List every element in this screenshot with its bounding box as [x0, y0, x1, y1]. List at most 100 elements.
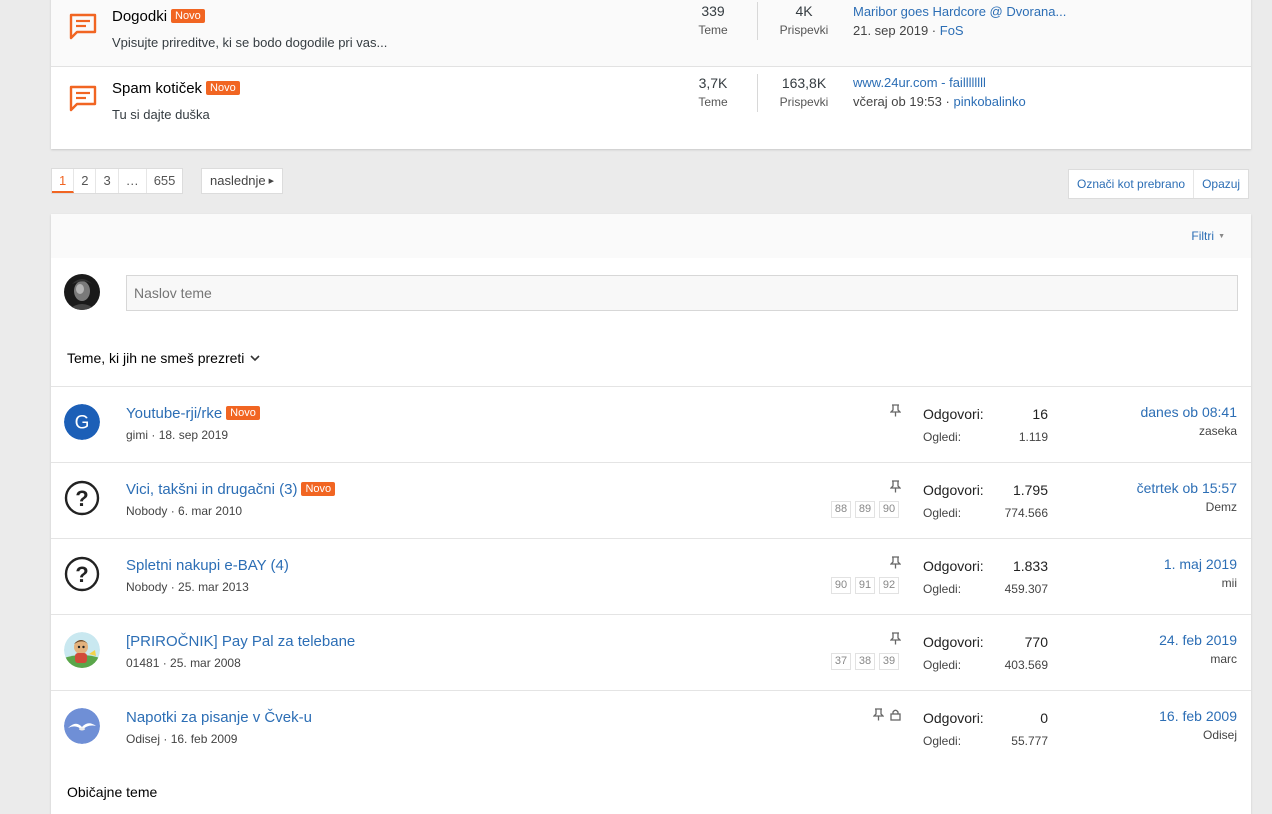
- filters-dropdown[interactable]: Filtri ▼: [1191, 229, 1225, 243]
- page-link[interactable]: 2: [74, 169, 97, 193]
- watch-button[interactable]: Opazuj: [1194, 170, 1248, 198]
- filter-bar: Filtri ▼: [51, 214, 1251, 258]
- topic-status-icons: [890, 556, 901, 569]
- chevron-down-icon: [250, 355, 260, 362]
- posts-stat: 163,8K Prispevki: [779, 75, 829, 109]
- last-post-user[interactable]: zaseka: [1199, 424, 1237, 438]
- views-label: Ogledi:: [923, 430, 962, 444]
- posts-stat: 4K Prispevki: [779, 3, 829, 37]
- topic-pages: 37 38 39: [831, 653, 899, 670]
- replies-count: 1.795: [1012, 482, 1048, 498]
- page-link[interactable]: 90: [831, 577, 851, 594]
- table-row[interactable]: G Youtube-rji/rke Novo gimi · 18. sep 201…: [51, 386, 1251, 462]
- last-post-user[interactable]: Demz: [1206, 500, 1237, 514]
- topic-title[interactable]: Spletni nakupi e-BAY (4): [126, 557, 289, 574]
- forum-title[interactable]: Dogodki Novo: [112, 8, 205, 25]
- pin-icon: [890, 556, 901, 569]
- last-post-user[interactable]: FoS: [940, 23, 964, 38]
- page-link[interactable]: 91: [855, 577, 875, 594]
- page-link[interactable]: 92: [879, 577, 899, 594]
- table-row[interactable]: Napotki za pisanje v Čvek-u Odisej · 16.…: [51, 690, 1251, 766]
- new-badge: Novo: [301, 482, 336, 496]
- question-mark-icon: ?: [64, 556, 100, 592]
- views-label: Ogledi:: [923, 734, 962, 748]
- section-title[interactable]: Teme, ki jih ne smeš prezreti: [67, 350, 260, 366]
- topic-meta: Nobody · 6. mar 2010: [126, 504, 243, 518]
- page-link[interactable]: 655: [147, 169, 183, 193]
- views-count: 1.119: [1018, 430, 1048, 444]
- last-post-link[interactable]: www.24ur.com - faillllllll: [853, 75, 986, 90]
- caret-right-icon: ▶: [268, 178, 275, 185]
- question-mark-icon: ?: [64, 480, 100, 516]
- avatar[interactable]: G: [64, 404, 100, 440]
- views-count: 403.569: [1004, 658, 1048, 672]
- new-topic-input[interactable]: [126, 275, 1238, 311]
- caret-down-icon: ▼: [1218, 233, 1225, 240]
- replies-count: 770: [1024, 634, 1048, 650]
- topic-title[interactable]: Napotki za pisanje v Čvek-u: [126, 709, 312, 726]
- page-link[interactable]: 3: [96, 169, 119, 193]
- last-post-date[interactable]: 1. maj 2019: [1164, 556, 1237, 572]
- last-post-date[interactable]: četrtek ob 15:57: [1137, 480, 1237, 496]
- last-post: Maribor goes Hardcore @ Dvorana... 21. s…: [853, 4, 1067, 38]
- page-link[interactable]: 39: [879, 653, 899, 670]
- topic-status-icons: [873, 708, 901, 721]
- forum-list: Dogodki Novo Vpisujte prireditve, ki se b…: [51, 0, 1251, 149]
- avatar[interactable]: [64, 632, 100, 668]
- topic-status-icons: [890, 632, 901, 645]
- topic-list: Filtri▼ Teme, ki jih ne smeš prezreti G …: [51, 214, 1251, 814]
- views-count: 459.307: [1004, 582, 1048, 596]
- page-link[interactable]: 1: [52, 169, 75, 193]
- page-link[interactable]: 37: [831, 653, 851, 670]
- topic-meta: gimi · 18. sep 2019: [126, 428, 229, 442]
- views-label: Ogledi:: [923, 582, 962, 596]
- mark-read-button[interactable]: Označi kot prebrano: [1069, 170, 1195, 198]
- last-post-date[interactable]: 24. feb 2019: [1159, 632, 1237, 648]
- forum-title[interactable]: Spam kotiček Novo: [112, 80, 240, 97]
- page-link[interactable]: 90: [879, 501, 899, 518]
- avatar[interactable]: ?: [64, 556, 100, 592]
- new-badge: Novo: [226, 406, 260, 420]
- last-post: www.24ur.com - faillllllll včeraj ob 19:…: [853, 75, 1026, 109]
- views-count: 55.777: [1011, 734, 1048, 748]
- page-link[interactable]: 88: [831, 501, 851, 518]
- replies-label: Odgovori:: [923, 482, 984, 498]
- last-post-date: včeraj ob 19:53: [853, 94, 942, 109]
- page-link[interactable]: 38: [855, 653, 875, 670]
- table-row[interactable]: [PRIROČNIK] Pay Pal za telebane 01481 · …: [51, 614, 1251, 690]
- last-post-date[interactable]: 16. feb 2009: [1159, 708, 1237, 724]
- topic-title[interactable]: Youtube-rji/rke Novo: [126, 405, 260, 422]
- last-post-user[interactable]: mii: [1222, 576, 1237, 590]
- next-page-button[interactable]: naslednje ▶: [201, 168, 284, 194]
- page-ellipsis[interactable]: …: [119, 169, 147, 193]
- avatar[interactable]: ?: [64, 480, 100, 516]
- last-post-date[interactable]: danes ob 08:41: [1140, 404, 1237, 420]
- forum-row[interactable]: Dogodki Novo Vpisujte prireditve, ki se b…: [51, 0, 1251, 67]
- topic-title[interactable]: [PRIROČNIK] Pay Pal za telebane: [126, 633, 355, 650]
- topic-title[interactable]: Vici, takšni in drugačni (3) Novo: [126, 481, 336, 498]
- replies-label: Odgovori:: [923, 634, 984, 650]
- last-post-user[interactable]: Odisej: [1203, 728, 1237, 742]
- forum-row[interactable]: Spam kotiček Novo Tu si dajte duška 3,7K …: [51, 67, 1251, 149]
- last-post-user[interactable]: pinkobalinko: [953, 94, 1025, 109]
- forum-description: Vpisujte prireditve, ki se bodo dogodile…: [112, 35, 388, 50]
- pin-icon: [873, 708, 884, 721]
- avatar[interactable]: [64, 274, 100, 310]
- views-label: Ogledi:: [923, 506, 962, 520]
- topic-meta: 01481 · 25. mar 2008: [126, 656, 241, 670]
- last-post-user[interactable]: marc: [1210, 652, 1237, 666]
- section-title: Običajne teme: [67, 784, 158, 800]
- table-row[interactable]: ? Vici, takšni in drugačni (3) Novo Nobod…: [51, 462, 1251, 538]
- svg-text:?: ?: [75, 562, 88, 587]
- replies-count: 1.833: [1012, 558, 1048, 574]
- replies-label: Odgovori:: [923, 406, 984, 422]
- topic-pages: 88 89 90: [831, 501, 899, 518]
- pagination: 1 2 3 … 655: [51, 168, 184, 194]
- page-link[interactable]: 89: [855, 501, 875, 518]
- pin-icon: [890, 480, 901, 493]
- avatar[interactable]: [64, 708, 100, 744]
- topic-meta: Odisej · 16. feb 2009: [126, 732, 238, 746]
- last-post-link[interactable]: Maribor goes Hardcore @ Dvorana...: [853, 4, 1066, 19]
- table-row[interactable]: ? Spletni nakupi e-BAY (4) Nobody · 25. …: [51, 538, 1251, 614]
- topic-meta: Nobody · 25. mar 2013: [126, 580, 249, 594]
